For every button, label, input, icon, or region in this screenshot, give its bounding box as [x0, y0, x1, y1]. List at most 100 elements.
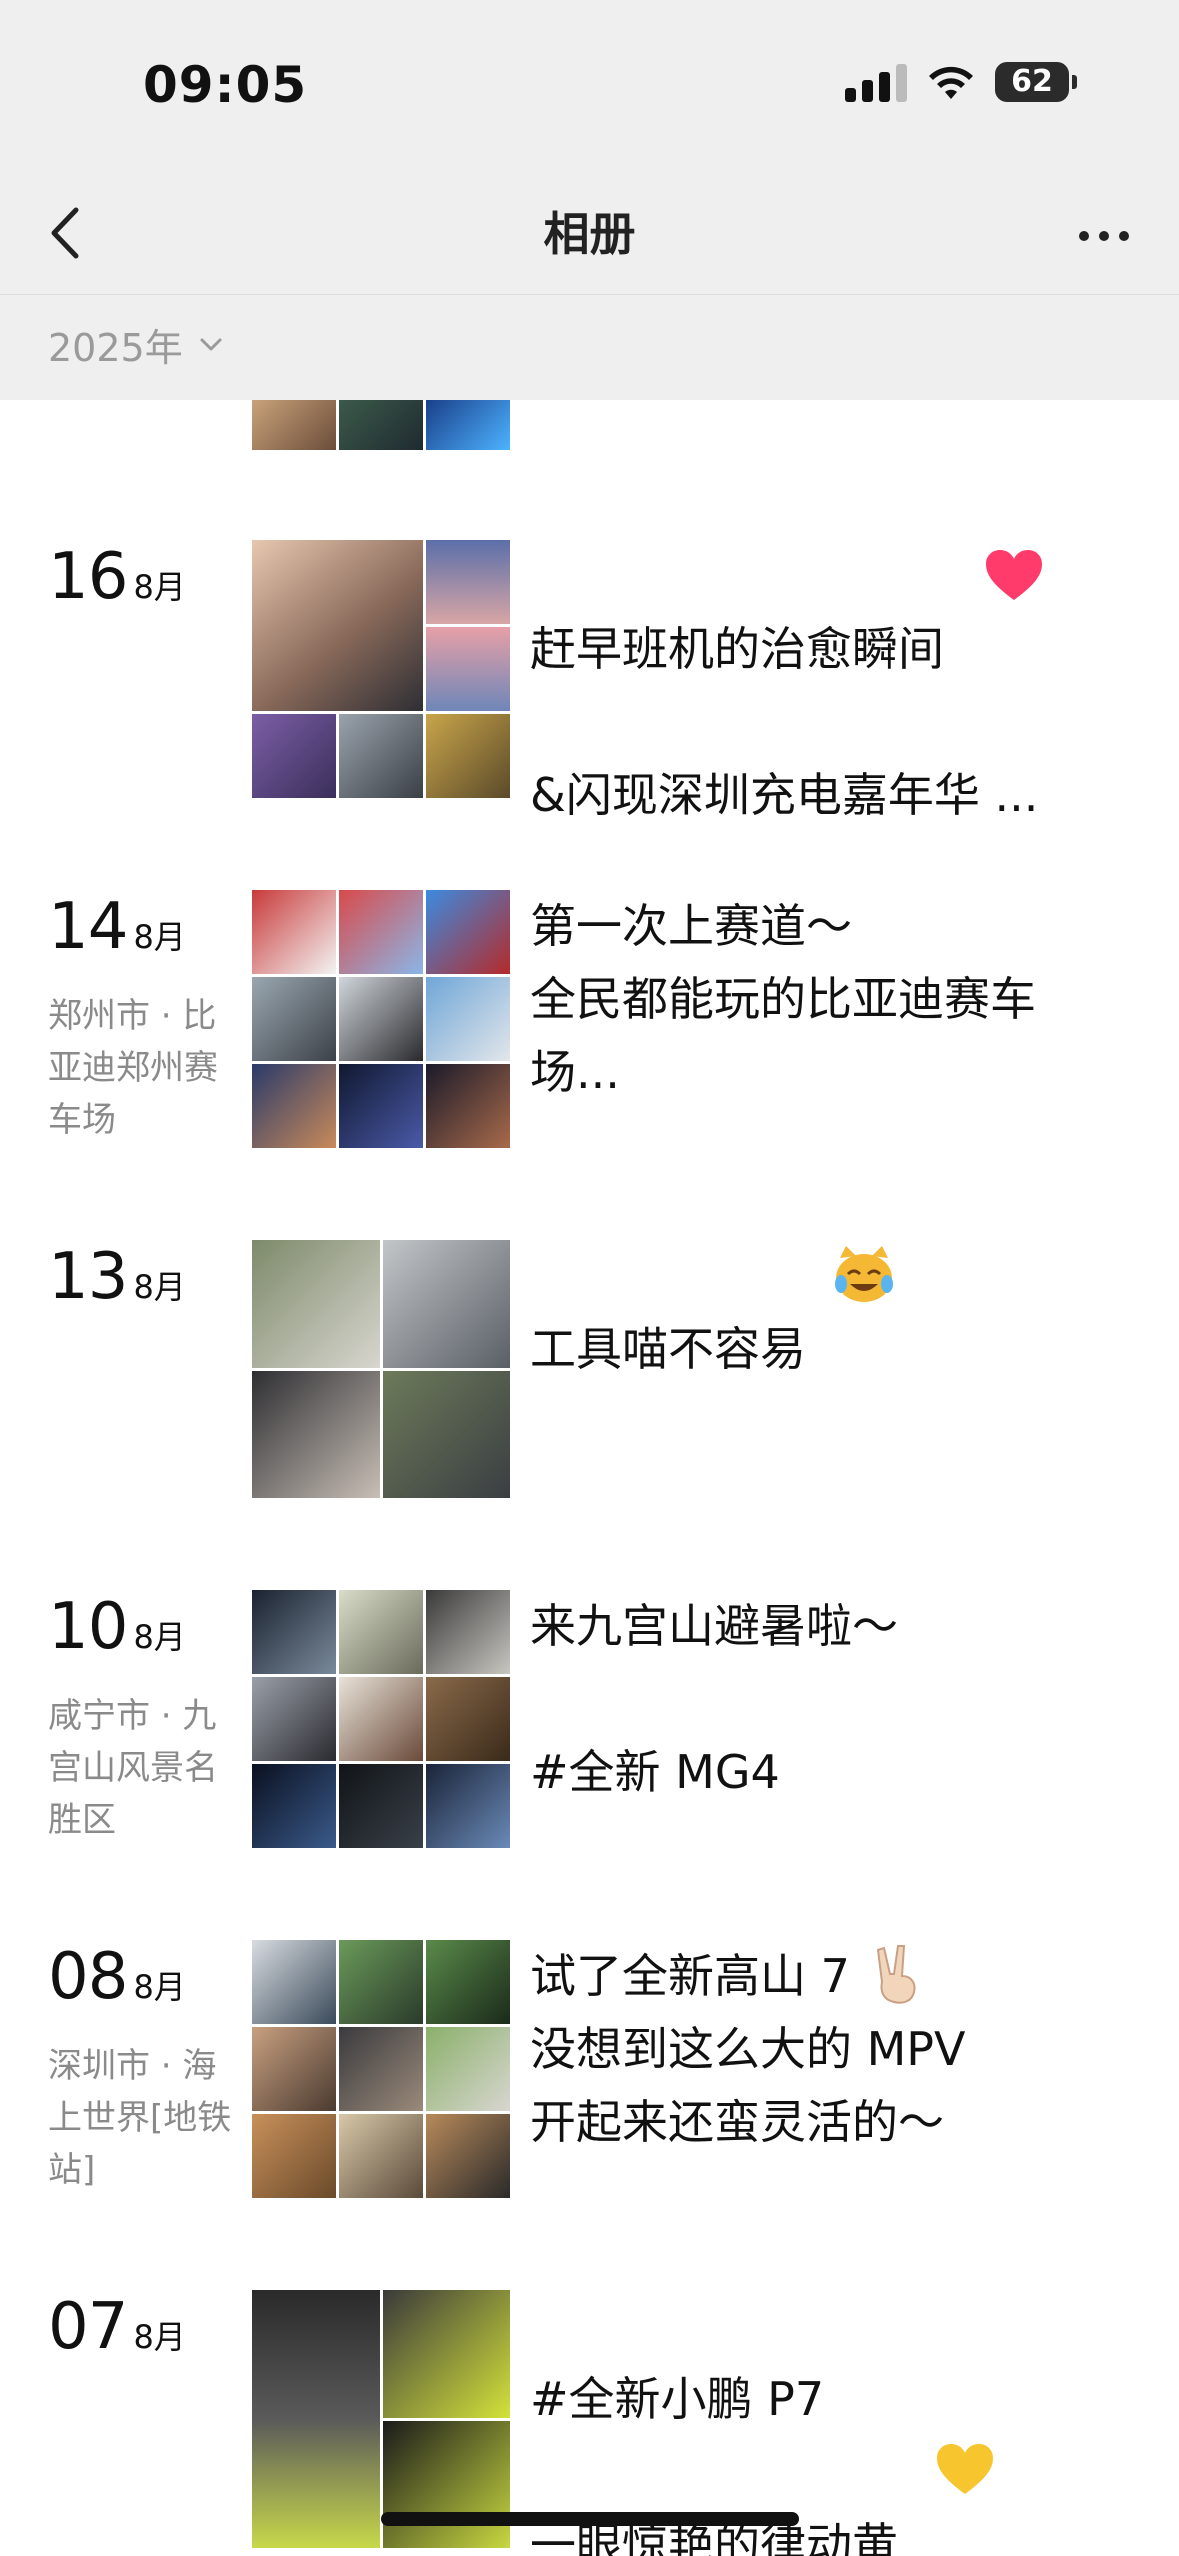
photo-thumbnail[interactable] — [252, 714, 336, 798]
status-icons: 62 — [845, 62, 1077, 102]
album-entry[interactable]: 14 8月 郑州市 · 比亚迪郑州赛车场 第一次上赛道～ 全民都能玩的比亚迪赛车场… — [0, 890, 1179, 1160]
entry-month: 8月 — [133, 1268, 186, 1306]
photo-thumbnail[interactable] — [382, 2290, 510, 2418]
yellow-heart-emoji-icon — [937, 2444, 993, 2494]
photo-thumbnail[interactable] — [426, 714, 510, 798]
photo-thumbnail[interactable] — [426, 890, 510, 974]
photo-grid[interactable] — [252, 2290, 510, 2548]
entry-day: 10 — [48, 1590, 128, 1664]
photo-thumbnail[interactable] — [252, 1764, 336, 1848]
photo-grid[interactable] — [252, 1590, 510, 1848]
entry-month: 8月 — [133, 1968, 186, 2006]
photo-thumbnail[interactable] — [382, 1370, 510, 1498]
photo-thumbnail[interactable] — [339, 977, 423, 1061]
navigation-bar: 相册 — [0, 170, 1179, 295]
entry-day: 13 — [48, 1240, 128, 1314]
album-entry[interactable]: 16 8月 赶早班机的治愈瞬间 &闪现深圳充电嘉年华 ... — [0, 540, 1179, 822]
photo-thumbnail[interactable] — [339, 1764, 423, 1848]
entry-month: 8月 — [133, 568, 186, 606]
album-entry[interactable]: 08 8月 深圳市 · 海上世界[地铁站] 试了全新高山 7 没想到这么大的 MP… — [0, 1940, 1179, 2210]
entry-date: 08 8月 — [48, 1940, 186, 2014]
status-time: 09:05 — [143, 56, 308, 114]
photo-thumbnail[interactable] — [426, 977, 510, 1061]
photo-thumbnail[interactable] — [426, 1677, 510, 1761]
photo-grid[interactable] — [252, 1240, 510, 1498]
photo-thumbnail[interactable] — [252, 1677, 336, 1761]
photo-thumbnail[interactable] — [426, 627, 510, 711]
photo-thumbnail[interactable] — [252, 400, 336, 450]
photo-thumbnail[interactable] — [252, 890, 336, 974]
entry-location: 郑州市 · 比亚迪郑州赛车场 — [48, 996, 218, 1140]
photo-thumbnail[interactable] — [426, 2027, 510, 2111]
photo-thumbnail[interactable] — [426, 1764, 510, 1848]
photo-thumbnail[interactable] — [252, 2290, 380, 2548]
photo-thumbnail[interactable] — [382, 2420, 510, 2548]
entry-caption: 第一次上赛道～ 全民都能玩的比亚迪赛车场... — [530, 899, 1036, 1099]
cellular-signal-icon — [845, 62, 907, 102]
entry-month: 8月 — [133, 918, 186, 956]
entry-location: 咸宁市 · 九宫山风景名胜区 — [48, 1696, 218, 1840]
year-filter-dropdown[interactable]: 2025年 — [48, 317, 225, 372]
entry-day: 08 — [48, 1940, 128, 2014]
photo-thumbnail[interactable] — [382, 1240, 510, 1368]
photo-grid[interactable] — [252, 540, 510, 798]
page-title: 相册 — [543, 207, 636, 261]
photo-thumbnail[interactable] — [339, 400, 423, 450]
photo-thumbnail[interactable] — [252, 1590, 336, 1674]
photo-thumbnail[interactable] — [252, 1940, 336, 2024]
photo-thumbnail[interactable] — [426, 540, 510, 624]
photo-thumbnail[interactable] — [339, 2027, 423, 2111]
entry-month: 8月 — [133, 1618, 186, 1656]
photo-thumbnail[interactable] — [339, 2114, 423, 2198]
entry-day: 14 — [48, 890, 128, 964]
entry-caption-text: 赶早班机的治愈瞬间 &闪现深圳充电嘉年华 ... — [530, 622, 1039, 822]
year-filter-bar: 2025年 — [0, 295, 1179, 400]
photo-grid-partial[interactable] — [252, 400, 510, 450]
photo-thumbnail[interactable] — [339, 1940, 423, 2024]
album-entry[interactable]: 13 8月 工具喵不容易 — [0, 1240, 1179, 1510]
photo-thumbnail[interactable] — [339, 1677, 423, 1761]
more-options-button[interactable] — [1069, 206, 1139, 266]
photo-thumbnail[interactable] — [252, 2114, 336, 2198]
photo-thumbnail[interactable] — [426, 1590, 510, 1674]
photo-thumbnail[interactable] — [339, 714, 423, 798]
entry-caption: 来九宫山避暑啦～ #全新 MG4 — [530, 1599, 898, 1799]
entry-date: 16 8月 — [48, 540, 186, 614]
wifi-icon — [929, 66, 973, 99]
more-dot-icon — [1119, 231, 1129, 241]
home-indicator[interactable] — [381, 2512, 799, 2526]
photo-thumbnail[interactable] — [339, 890, 423, 974]
photo-grid[interactable] — [252, 1940, 510, 2198]
more-dot-icon — [1079, 231, 1089, 241]
album-list[interactable]: 16 8月 赶早班机的治愈瞬间 &闪现深圳充电嘉年华 ... 14 8月 郑州市 ·… — [0, 400, 1179, 2556]
victory-hand-emoji-icon — [876, 1945, 916, 2004]
entry-caption-text: #全新小鹏 P7 一眼惊艳的律动黄 — [530, 2372, 898, 2556]
entry-day: 07 — [48, 2290, 128, 2364]
year-filter-label: 2025年 — [48, 326, 183, 370]
photo-thumbnail[interactable] — [252, 1240, 380, 1368]
entry-caption: 工具喵不容易 — [530, 1240, 806, 1386]
more-dot-icon — [1099, 231, 1109, 241]
entry-caption: 试了全新高山 7 没想到这么大的 MPV 开起来还蛮灵活的～ — [530, 1949, 966, 2149]
photo-thumbnail[interactable] — [252, 1370, 380, 1498]
photo-thumbnail[interactable] — [339, 1064, 423, 1148]
photo-thumbnail[interactable] — [426, 2114, 510, 2198]
red-heart-emoji-icon — [986, 550, 1042, 600]
photo-thumbnail[interactable] — [339, 1590, 423, 1674]
photo-thumbnail[interactable] — [252, 540, 423, 711]
photo-thumbnail[interactable] — [426, 1940, 510, 2024]
entry-location: 深圳市 · 海上世界[地铁站] — [48, 2046, 232, 2190]
album-entry[interactable]: 10 8月 咸宁市 · 九宫山风景名胜区 来九宫山避暑啦～ #全新 MG4 — [0, 1590, 1179, 1860]
photo-thumbnail[interactable] — [426, 400, 510, 450]
photo-grid[interactable] — [252, 890, 510, 1148]
photo-thumbnail[interactable] — [426, 1064, 510, 1148]
crying-laughing-cat-emoji-icon — [835, 1246, 893, 1302]
entry-day: 16 — [48, 540, 128, 614]
photo-thumbnail[interactable] — [252, 977, 336, 1061]
photo-thumbnail[interactable] — [252, 2027, 336, 2111]
photo-thumbnail[interactable] — [252, 1064, 336, 1148]
battery-icon: 62 — [995, 62, 1077, 102]
entry-date: 13 8月 — [48, 1240, 186, 1314]
entry-month: 8月 — [133, 2318, 186, 2356]
chevron-down-icon — [200, 338, 222, 350]
